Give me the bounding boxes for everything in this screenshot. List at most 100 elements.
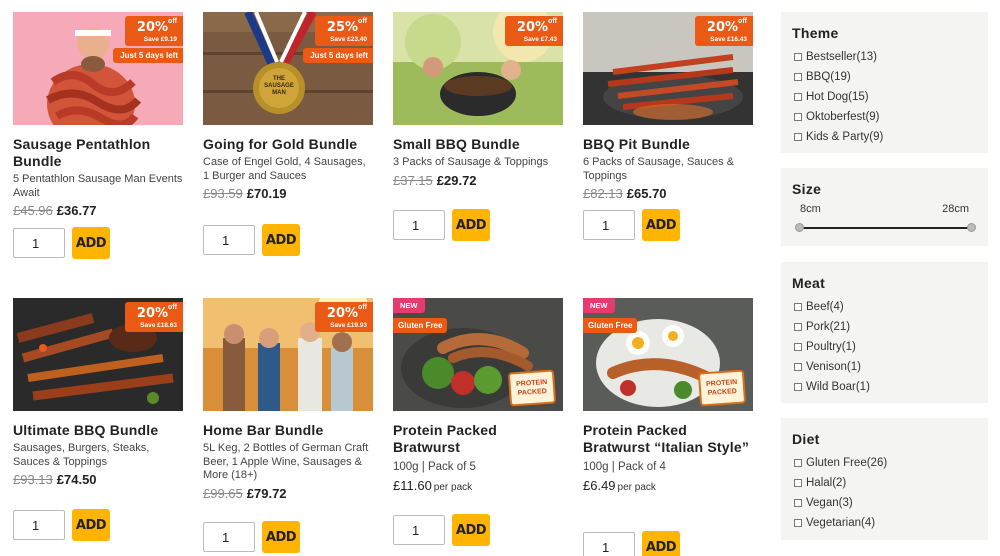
product-image[interactable]: 20%off Save £9.19 Just 5 days left: [13, 12, 183, 125]
quantity-input[interactable]: 1: [583, 210, 635, 240]
current-price: £36.77: [56, 203, 97, 218]
size-max-label: 28cm: [942, 203, 969, 215]
add-button[interactable]: ADD: [642, 531, 680, 556]
add-button[interactable]: ADD: [262, 521, 300, 553]
product-image[interactable]: 20%off Save £7.43: [393, 12, 563, 125]
add-button[interactable]: ADD: [452, 209, 490, 241]
add-button[interactable]: ADD: [452, 514, 490, 546]
filter-option[interactable]: Oktoberfest(9): [792, 107, 977, 127]
product-card[interactable]: 20%off Save £9.19 Just 5 days left Sausa…: [13, 12, 183, 272]
discount-badge: 20%off Save £18.63: [124, 302, 183, 332]
filter-option[interactable]: Bestseller(13): [792, 47, 977, 67]
product-image[interactable]: 20%off Save £18.63: [13, 298, 183, 411]
discount-percent: 20%: [136, 20, 169, 35]
discount-badge: 20%off Save £7.43: [504, 16, 563, 46]
filter-option[interactable]: Venison(1): [792, 357, 977, 377]
product-card[interactable]: 20%off Save £18.63 Ultimate BBQ Bundle S…: [13, 298, 183, 556]
quantity-input[interactable]: 1: [583, 532, 635, 556]
price-unit: per pack: [617, 481, 656, 493]
product-title[interactable]: Small BBQ Bundle: [393, 136, 563, 153]
new-badge: NEW: [393, 298, 425, 313]
checkbox[interactable]: [794, 479, 802, 487]
checkbox[interactable]: [794, 499, 802, 507]
quantity-input[interactable]: 1: [393, 210, 445, 240]
filter-option[interactable]: Pork(21): [792, 317, 977, 337]
filter-option[interactable]: Kids & Party(9): [792, 127, 977, 147]
product-image[interactable]: NEW Gluten Free PROTEIN PACKED: [393, 298, 563, 411]
product-card[interactable]: 20%off Save £7.43 Small BBQ Bundle 3 Pac…: [393, 12, 563, 272]
filter-option-label: Kids & Party(9): [806, 131, 884, 143]
product-card[interactable]: NEW Gluten Free PROTEIN PACKED Protein P…: [393, 298, 563, 556]
limited-time-badge: Just 5 days left: [303, 48, 373, 63]
add-button[interactable]: ADD: [262, 224, 300, 256]
discount-percent: 20%: [706, 20, 739, 35]
checkbox[interactable]: [794, 113, 802, 121]
filter-option-label: Beef(4): [806, 301, 844, 313]
add-button[interactable]: ADD: [642, 209, 680, 241]
discount-save: Save £16.43: [710, 36, 747, 43]
filter-option-label: Hot Dog(15): [806, 91, 869, 103]
product-image[interactable]: 20%off Save £16.43: [583, 12, 753, 125]
checkbox[interactable]: [794, 93, 802, 101]
filter-option[interactable]: Vegetarian(4): [792, 513, 977, 533]
filter-option-label: Halal(2): [806, 477, 847, 489]
quantity-input[interactable]: 1: [393, 515, 445, 545]
filter-option[interactable]: Gluten Free(26): [792, 453, 977, 473]
filter-option[interactable]: BBQ(19): [792, 67, 977, 87]
product-card[interactable]: 20%off Save £19.93 Home Bar Bundle 5L Ke…: [203, 298, 373, 556]
product-card[interactable]: 20%off Save £16.43 BBQ Pit Bundle 6 Pack…: [583, 12, 753, 272]
add-to-cart: 1 ADD: [13, 509, 110, 541]
checkbox[interactable]: [794, 303, 802, 311]
product-title[interactable]: BBQ Pit Bundle: [583, 136, 753, 153]
current-price: £29.72: [436, 172, 477, 188]
filter-title: Meat: [792, 275, 826, 291]
filter-option[interactable]: Poultry(1): [792, 337, 977, 357]
product-title[interactable]: Sausage Pentathlon Bundle: [13, 136, 183, 170]
product-title[interactable]: Ultimate BBQ Bundle: [13, 422, 183, 439]
checkbox[interactable]: [794, 459, 802, 467]
current-price: £6.49: [583, 477, 616, 493]
product-description: 6 Packs of Sausage, Sauces & Toppings: [583, 156, 735, 182]
product-image[interactable]: NEW Gluten Free PROTEIN PACKED: [583, 298, 753, 411]
quantity-input[interactable]: 1: [13, 228, 65, 258]
current-price: £74.50: [56, 472, 97, 487]
product-description: 100g | Pack of 5: [393, 461, 476, 473]
price: £37.15 £29.72: [393, 173, 563, 188]
filter-option[interactable]: Wild Boar(1): [792, 377, 977, 397]
product-image[interactable]: THE SAUSAGE MAN 25%off Save £23.40 Just …: [203, 12, 373, 125]
discount-off: off: [358, 304, 367, 311]
filter-size: Size 8cm 28cm: [781, 168, 988, 246]
filter-option[interactable]: Vegan(3): [792, 493, 977, 513]
product-title[interactable]: Protein Packed Bratwurst: [393, 422, 563, 456]
quantity-input[interactable]: 1: [203, 522, 255, 552]
product-title[interactable]: Going for Gold Bundle: [203, 136, 373, 153]
checkbox[interactable]: [794, 323, 802, 331]
checkbox[interactable]: [794, 133, 802, 141]
product-image[interactable]: 20%off Save £19.93: [203, 298, 373, 411]
filter-option[interactable]: Halal(2): [792, 473, 977, 493]
quantity-input[interactable]: 1: [13, 510, 65, 540]
checkbox[interactable]: [794, 53, 802, 61]
discount-badge: 20%off Save £9.19: [124, 16, 183, 46]
checkbox[interactable]: [794, 363, 802, 371]
add-button[interactable]: ADD: [72, 509, 110, 541]
checkbox[interactable]: [794, 383, 802, 391]
size-slider-max-handle[interactable]: [967, 223, 976, 232]
checkbox[interactable]: [794, 73, 802, 81]
quantity-input[interactable]: 1: [203, 225, 255, 255]
product-title[interactable]: Home Bar Bundle: [203, 422, 373, 439]
product-card[interactable]: NEW Gluten Free PROTEIN PACKED Protein P…: [583, 298, 753, 556]
size-slider-track[interactable]: [795, 223, 976, 232]
add-button[interactable]: ADD: [72, 227, 110, 259]
price: £11.60 per pack: [393, 478, 563, 493]
filter-option-label: Venison(1): [806, 361, 861, 373]
size-slider-min-handle[interactable]: [795, 223, 804, 232]
checkbox[interactable]: [794, 519, 802, 527]
gluten-free-badge: Gluten Free: [583, 318, 638, 333]
checkbox[interactable]: [794, 343, 802, 351]
filter-option[interactable]: Beef(4): [792, 297, 977, 317]
discount-off: off: [738, 18, 747, 25]
product-title[interactable]: Protein Packed Bratwurst “Italian Style”: [583, 422, 753, 456]
product-card[interactable]: THE SAUSAGE MAN 25%off Save £23.40 Just …: [203, 12, 373, 272]
filter-option[interactable]: Hot Dog(15): [792, 87, 977, 107]
